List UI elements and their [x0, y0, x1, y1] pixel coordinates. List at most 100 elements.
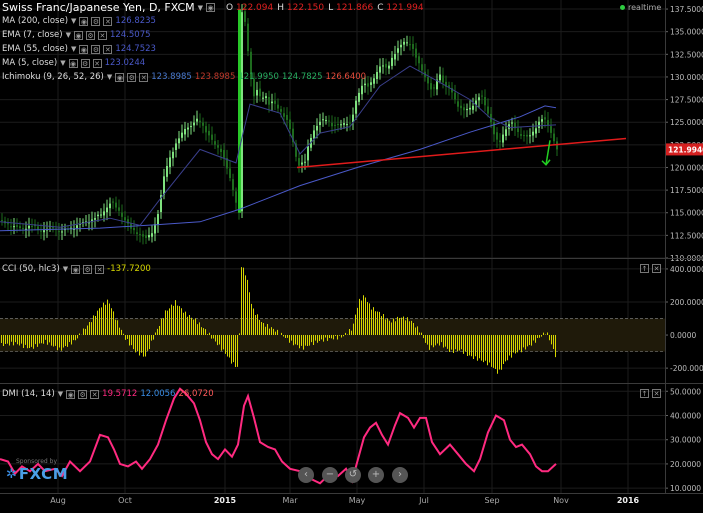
price-axis-tick-label: 200.0000: [670, 298, 703, 307]
candle-body: [106, 207, 108, 213]
sponsor-logo[interactable]: Sponsored by ✲ FXCM: [6, 458, 68, 483]
chevron-down-icon[interactable]: ▼: [107, 73, 112, 81]
candle-body: [286, 115, 288, 120]
pane-close-icon[interactable]: ✕: [652, 264, 661, 273]
ohlc-close: C 121.994: [377, 2, 424, 13]
eye-icon[interactable]: ◉: [66, 389, 76, 399]
price-axis-tick-label: 125.0000: [670, 118, 703, 127]
settings-icon[interactable]: ⚙: [78, 389, 88, 399]
live-dot-icon: [620, 5, 625, 10]
pane-close-icon[interactable]: ✕: [652, 389, 661, 398]
candle-body: [121, 212, 123, 217]
candle-body: [172, 151, 174, 159]
time-axis-tick-label: Oct: [118, 496, 132, 505]
chevron-down-icon[interactable]: ▼: [63, 265, 68, 273]
candle-body: [235, 191, 237, 203]
scroll-left-button[interactable]: ‹: [298, 467, 314, 483]
candle-body: [271, 101, 273, 104]
candle-body: [523, 135, 525, 137]
candle-body: [259, 88, 261, 97]
legend-dmi[interactable]: DMI (14, 14) ▼ ◉ ⚙ ✕ 19.5712 12.0056 26.07…: [2, 389, 214, 399]
candle-body: [529, 135, 531, 137]
move-up-icon[interactable]: ↑: [640, 389, 649, 398]
price-axis-tick-label: 117.5000: [670, 186, 703, 195]
close-icon[interactable]: ✕: [92, 58, 102, 68]
candle-body: [397, 48, 399, 53]
legend-value: 123.8985: [194, 72, 236, 82]
settings-icon[interactable]: ⚙: [83, 264, 93, 274]
candle-body: [148, 235, 150, 238]
eye-icon[interactable]: ◉: [68, 58, 78, 68]
candle-body: [337, 124, 339, 126]
zoom-in-button[interactable]: +: [368, 467, 384, 483]
scroll-right-button[interactable]: ›: [392, 467, 408, 483]
candle-body: [163, 176, 165, 195]
chevron-down-icon[interactable]: ▼: [66, 31, 71, 39]
candle-body: [553, 133, 555, 142]
settings-icon[interactable]: ⚙: [91, 16, 101, 26]
legend-ema55[interactable]: EMA (55, close) ▼ ◉ ⚙ ✕ 124.7523: [2, 44, 156, 54]
candle-body: [322, 119, 324, 121]
price-axis-tick-label: 120.0000: [670, 163, 703, 172]
candle-body: [124, 217, 126, 221]
candle-body: [484, 96, 486, 106]
close-icon[interactable]: ✕: [103, 44, 113, 54]
candle-body: [358, 92, 360, 102]
candle-body: [232, 179, 234, 191]
settings-icon[interactable]: ⚙: [91, 44, 101, 54]
eye-icon[interactable]: ◉: [79, 16, 89, 26]
legend-ema7[interactable]: EMA (7, close) ▼ ◉ ⚙ ✕ 124.5075: [2, 30, 151, 40]
candle-body: [31, 225, 33, 227]
close-icon[interactable]: ✕: [90, 389, 100, 399]
chevron-down-icon[interactable]: ▼: [60, 59, 65, 67]
reset-button[interactable]: ↺: [345, 467, 361, 483]
candle-body: [283, 113, 285, 117]
candle-body: [10, 226, 12, 228]
legend-ma5[interactable]: MA (5, close) ▼ ◉ ⚙ ✕ 123.0244: [2, 58, 145, 68]
candle-body: [409, 44, 411, 46]
candle-body: [223, 150, 225, 159]
chevron-down-icon[interactable]: ▼: [58, 390, 63, 398]
chevron-down-icon[interactable]: ▼: [71, 45, 76, 53]
settings-icon[interactable]: ⚙: [80, 58, 90, 68]
legend-value: 123.8985: [151, 72, 192, 82]
chevron-down-icon[interactable]: ▼: [198, 4, 203, 12]
candle-body: [187, 127, 189, 130]
candle-body: [289, 119, 291, 130]
close-icon[interactable]: ✕: [97, 30, 107, 40]
settings-icon[interactable]: ⚙: [127, 72, 137, 82]
price-axis-tick-label: 112.5000: [670, 231, 703, 240]
legend-value: 124.7825: [281, 72, 323, 82]
price-axis-tick-label: 135.0000: [670, 28, 703, 37]
close-icon[interactable]: ✕: [139, 72, 149, 82]
close-icon[interactable]: ✕: [95, 264, 105, 274]
candle-body: [109, 203, 111, 209]
ohlc-open: O 122.094: [226, 2, 274, 13]
legend-value: 12.0056: [140, 389, 176, 399]
candle-body: [349, 122, 351, 124]
eye-icon[interactable]: ◉: [115, 72, 125, 82]
eye-icon[interactable]: ◉: [71, 264, 81, 274]
symbol-header: Swiss Franc/Japanese Yen, D, FXCM ▼ ◉ O …: [2, 1, 424, 14]
ohlc-high: H 122.150: [277, 2, 325, 13]
close-icon[interactable]: ✕: [103, 16, 113, 26]
candle-body: [478, 97, 480, 101]
zoom-out-button[interactable]: −: [322, 467, 338, 483]
symbol-title[interactable]: Swiss Franc/Japanese Yen, D, FXCM: [2, 1, 195, 14]
legend-label: MA (5, close): [2, 58, 58, 68]
candle-body: [460, 105, 462, 109]
settings-icon[interactable]: ⚙: [85, 30, 95, 40]
move-up-icon[interactable]: ↑: [640, 264, 649, 273]
legend-cci[interactable]: CCI (50, hlc3) ▼ ◉ ⚙ ✕ -137.7200: [2, 264, 151, 274]
candle-body: [94, 218, 96, 220]
candle-body: [304, 161, 306, 163]
legend-ma200[interactable]: MA (200, close) ▼ ◉ ⚙ ✕ 126.8235: [2, 16, 156, 26]
eye-icon[interactable]: ◉: [79, 44, 89, 54]
legend-ichimoku[interactable]: Ichimoku (9, 26, 52, 26) ▼ ◉ ⚙ ✕ 123.8985 …: [2, 72, 366, 82]
eye-icon[interactable]: ◉: [206, 3, 216, 12]
candle-body: [418, 56, 420, 64]
eye-icon[interactable]: ◉: [73, 30, 83, 40]
chevron-down-icon[interactable]: ▼: [71, 17, 76, 25]
candle-body: [193, 122, 195, 126]
realtime-label: realtime: [628, 3, 662, 12]
